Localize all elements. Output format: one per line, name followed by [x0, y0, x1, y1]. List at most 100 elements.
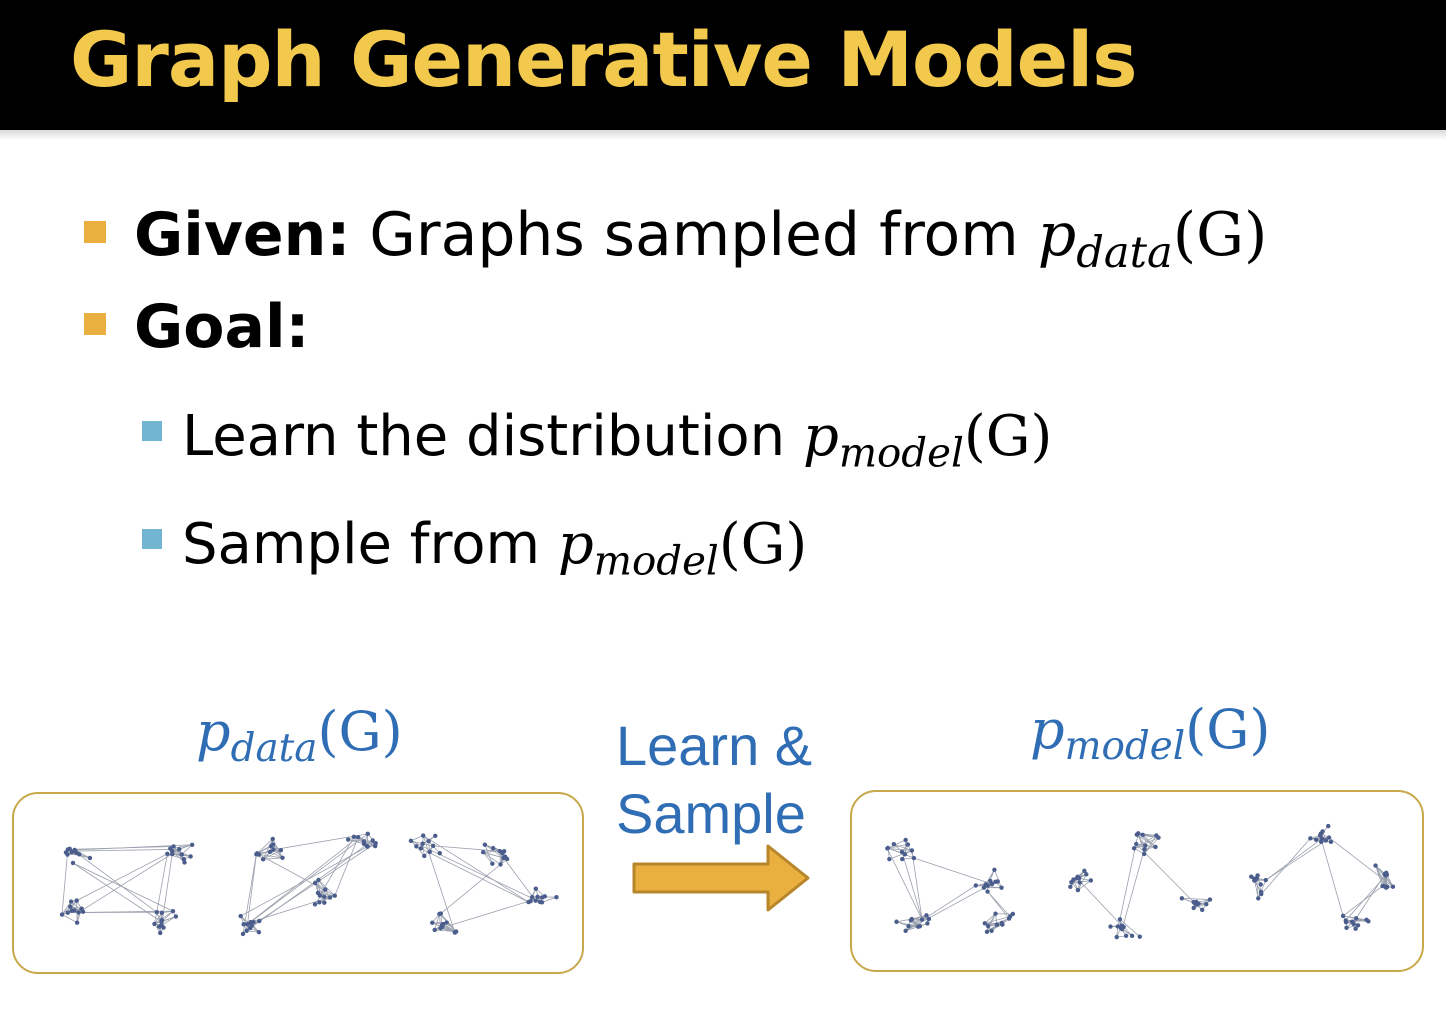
- graph-edge: [483, 850, 500, 853]
- graph-node: [177, 847, 182, 852]
- graph-node: [1121, 924, 1126, 930]
- sub-bullet-learn-text: Learn the distribution: [182, 404, 803, 469]
- graph-node: [533, 898, 538, 903]
- graph-node: [159, 919, 164, 925]
- graph-node: [65, 847, 71, 852]
- math-p-model: pmodel(G): [802, 404, 1053, 477]
- graph-node: [985, 889, 990, 894]
- graph-edge: [913, 857, 993, 885]
- graph-node: [1123, 933, 1129, 939]
- graph-node: [418, 846, 424, 851]
- graph-node: [260, 857, 266, 862]
- graph-node: [74, 898, 79, 903]
- graph-node: [1263, 877, 1268, 883]
- graph-node: [1353, 926, 1358, 931]
- graph-node: [74, 850, 79, 855]
- graph-node: [1384, 885, 1389, 890]
- graph-node: [1179, 896, 1185, 901]
- graph-node: [1141, 851, 1147, 857]
- graph-node: [317, 900, 322, 905]
- graph-edge: [422, 835, 456, 933]
- arrow-text-line-2: Sample: [616, 782, 806, 845]
- graph-node: [165, 851, 170, 857]
- graph-node: [490, 861, 495, 866]
- graph-node: [1134, 841, 1139, 847]
- graph-edge: [901, 851, 923, 920]
- graph-node: [438, 911, 443, 916]
- graph-node: [322, 900, 327, 905]
- graph-edge: [905, 881, 996, 932]
- model-graphs-image: [885, 823, 1396, 940]
- data-graphs-image: [59, 831, 559, 937]
- graph-node: [189, 842, 195, 847]
- graph-node: [257, 918, 262, 924]
- graph-node: [908, 918, 914, 923]
- graph-node: [278, 848, 284, 853]
- sub-bullet-square-icon: [142, 421, 162, 441]
- graph-node: [270, 836, 275, 842]
- graph-node: [1353, 916, 1359, 921]
- left-panel-label: pdata(G): [196, 700, 403, 771]
- graph-node: [323, 887, 328, 892]
- graph-node: [1259, 891, 1264, 897]
- graph-node: [501, 849, 507, 854]
- graph-node: [1326, 835, 1332, 840]
- right-arrow-icon: [632, 844, 810, 912]
- graph-node: [315, 890, 321, 896]
- graph-node: [427, 849, 432, 855]
- graph-node: [1373, 863, 1378, 868]
- graph-node: [432, 927, 437, 933]
- title-divider: [0, 130, 1446, 140]
- graph-edge: [1181, 897, 1210, 900]
- graph-node: [925, 921, 930, 926]
- graph-node: [537, 899, 543, 905]
- graph-node: [76, 910, 81, 915]
- sub-bullet-sample-text: Sample from: [182, 512, 558, 577]
- graph-node: [280, 855, 285, 861]
- graph-node: [453, 929, 459, 934]
- graph-node: [994, 922, 1000, 927]
- graph-node: [894, 919, 899, 924]
- graph-edge: [423, 835, 529, 903]
- graph-node: [241, 922, 246, 927]
- graph-node: [999, 920, 1005, 926]
- graph-node: [554, 894, 559, 900]
- graph-node: [490, 845, 496, 851]
- graph-node: [1075, 887, 1081, 893]
- graph-node: [433, 833, 438, 839]
- graph-edge: [1319, 835, 1344, 916]
- graph-node: [365, 831, 370, 837]
- bullet-given-label: Given:: [134, 200, 351, 270]
- graph-node: [245, 922, 250, 927]
- graph-node: [1156, 835, 1161, 840]
- graph-node: [1084, 872, 1089, 877]
- graph-node: [903, 928, 908, 934]
- graph-node: [65, 852, 70, 857]
- graph-node: [421, 833, 426, 838]
- graph-node: [156, 924, 162, 929]
- learn-sample-label: Learn & Sample: [616, 712, 826, 848]
- graph-node: [905, 842, 911, 847]
- graph-node: [351, 834, 357, 839]
- graph-node: [535, 894, 540, 899]
- graph-node: [909, 848, 915, 853]
- graph-node: [1256, 896, 1261, 901]
- bullet-square-icon: [84, 221, 106, 243]
- graph-node: [1255, 873, 1260, 878]
- graph-node: [161, 925, 166, 930]
- bullet-square-icon: [84, 313, 106, 335]
- right-panel-label: pmodel(G): [1030, 698, 1271, 769]
- graph-edge: [987, 891, 1010, 919]
- math-p-data: pdata(G): [1037, 200, 1268, 279]
- graph-node: [1108, 924, 1113, 929]
- graph-node: [256, 930, 262, 935]
- graph-node: [885, 846, 890, 851]
- graph-node: [1319, 836, 1325, 841]
- graph-node: [1326, 823, 1331, 829]
- graph-node: [1077, 880, 1082, 885]
- graph-node: [181, 856, 187, 862]
- graph-edge: [1265, 840, 1327, 881]
- sub-bullet-sample: Sample from pmodel(G): [142, 510, 807, 596]
- graph-node: [159, 910, 165, 915]
- graph-node: [924, 913, 929, 918]
